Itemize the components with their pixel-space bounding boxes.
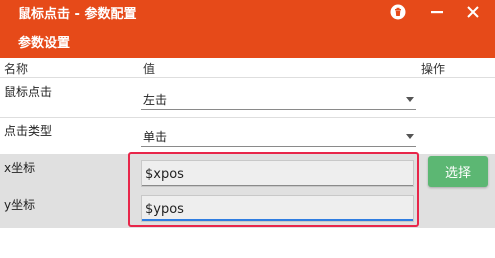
column-header-action: 操作 <box>421 62 446 76</box>
delete-icon[interactable] <box>386 0 410 24</box>
row-label: 点击类型 <box>4 124 53 138</box>
title-bar: 鼠标点击 - 参数配置 <box>0 0 495 24</box>
minimize-icon[interactable] <box>426 0 448 24</box>
select-value: 单击 <box>143 130 168 144</box>
row-label: x坐标 <box>4 161 36 175</box>
mouse-click-select[interactable]: 左击 <box>141 86 416 110</box>
close-icon[interactable] <box>462 0 484 24</box>
click-type-select[interactable]: 单击 <box>141 123 416 147</box>
choose-button[interactable]: 选择 <box>428 156 488 187</box>
chevron-down-icon <box>406 97 414 102</box>
select-value: 左击 <box>143 93 168 107</box>
table-row: 鼠标点击 左击 <box>0 77 495 117</box>
column-header-name: 名称 <box>4 62 29 76</box>
section-title: 参数设置 <box>18 36 71 51</box>
chevron-down-icon <box>406 134 414 139</box>
column-header-value: 值 <box>143 62 156 76</box>
row-label: y坐标 <box>4 198 36 212</box>
row-label: 鼠标点击 <box>4 85 53 99</box>
highlight-box <box>128 152 419 227</box>
window-title: 鼠标点击 - 参数配置 <box>18 7 137 22</box>
section-header: 参数设置 <box>0 24 495 58</box>
table-row: 点击类型 单击 <box>0 117 495 154</box>
